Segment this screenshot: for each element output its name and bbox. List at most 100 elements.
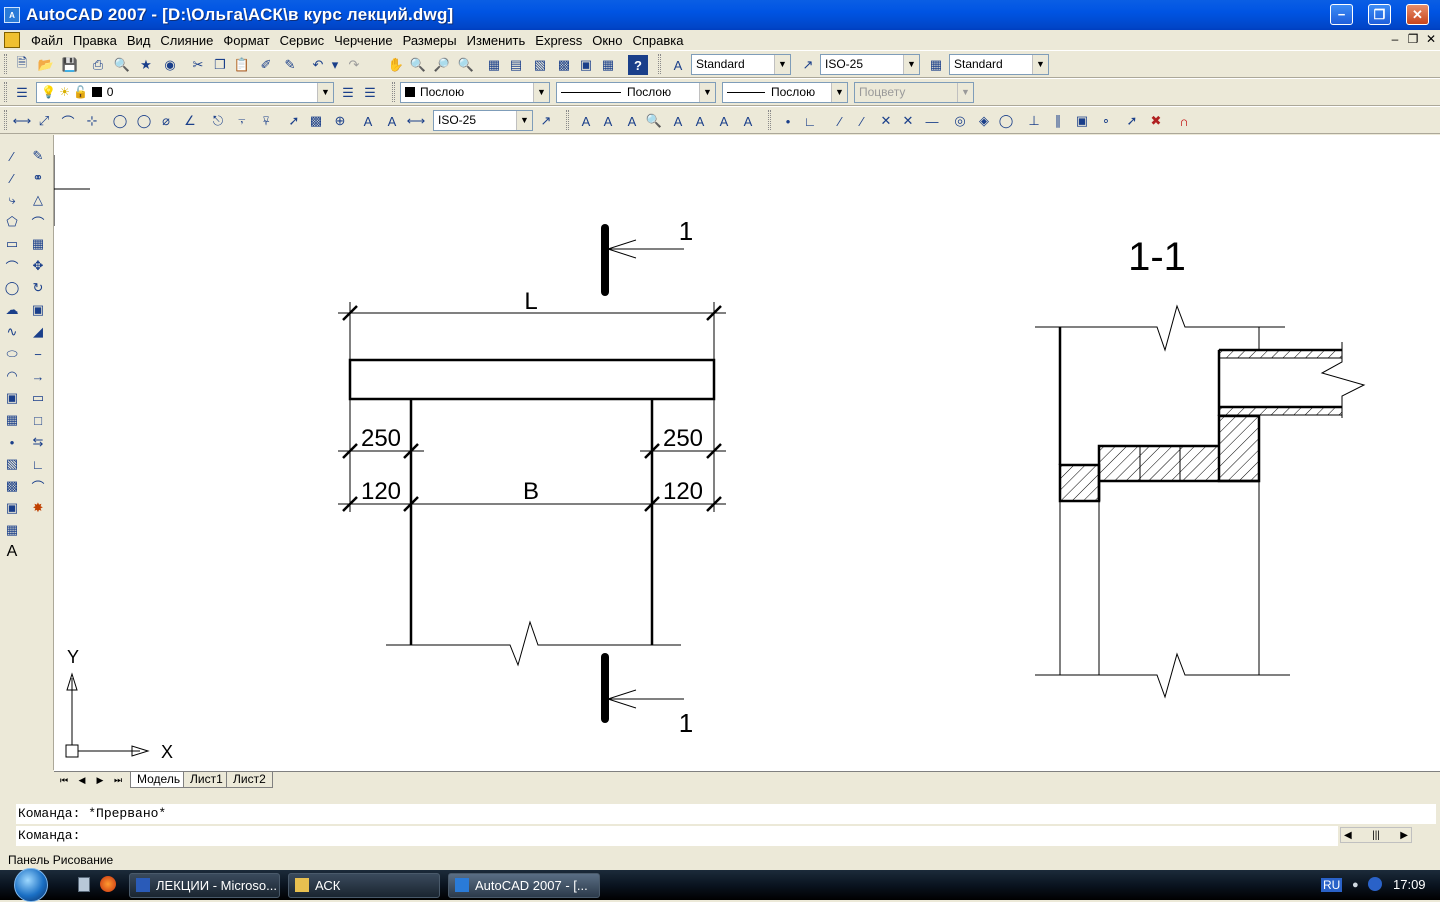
construction-line-icon[interactable]: ⁄: [1, 167, 23, 189]
snap-node-icon[interactable]: ∘: [1096, 111, 1116, 131]
quicklaunch-explorer-icon[interactable]: [78, 877, 90, 892]
new-file-icon[interactable]: 🗎: [12, 55, 32, 75]
toolbar-grip[interactable]: [4, 110, 7, 130]
snap-parallel-icon[interactable]: ∥: [1048, 111, 1068, 131]
ellipse-arc-icon[interactable]: ◠: [1, 365, 23, 387]
osnap-settings-icon[interactable]: ∩: [1174, 111, 1194, 131]
sheet-set-icon[interactable]: ▩: [554, 55, 574, 75]
snap-tangent-icon[interactable]: ◯: [996, 111, 1016, 131]
menu-express[interactable]: Express: [530, 33, 587, 48]
radius-dim-icon[interactable]: ◯: [110, 111, 130, 131]
match-properties-icon[interactable]: ✐: [256, 55, 276, 75]
gradient-icon[interactable]: ▩: [1, 475, 23, 497]
last-tab-icon[interactable]: ⏭: [110, 773, 126, 788]
snap-quadrant-icon[interactable]: ◈: [974, 111, 994, 131]
undo-dropdown-icon[interactable]: ▾: [330, 55, 340, 75]
open-file-icon[interactable]: 📂: [36, 55, 56, 75]
tray-network-icon[interactable]: ●: [1352, 879, 1359, 891]
tab-sheet1[interactable]: Лист1: [183, 772, 230, 788]
scale-icon[interactable]: ▣: [27, 299, 49, 321]
polygon-icon[interactable]: ⬠: [1, 211, 23, 233]
cut-icon[interactable]: ✂: [188, 55, 208, 75]
snap-intersection-icon[interactable]: ⁄: [852, 111, 872, 131]
quick-dim-icon[interactable]: ⎋: [208, 111, 228, 131]
prev-tab-icon[interactable]: ◀: [74, 773, 90, 788]
trim-icon[interactable]: −: [27, 343, 49, 365]
make-block-icon[interactable]: ▦: [1, 409, 23, 431]
drawing-area[interactable]: L 250 250 120 B 120 1 1 1-1 Y X: [54, 135, 1440, 771]
arc-length-icon[interactable]: ⌒: [58, 111, 78, 131]
break-at-point-icon[interactable]: ▭: [27, 387, 49, 409]
zoom-realtime-icon[interactable]: 🔍: [408, 55, 428, 75]
properties-icon[interactable]: ▦: [484, 55, 504, 75]
hatch-icon[interactable]: ▧: [1, 453, 23, 475]
table-icon[interactable]: ▦: [1, 519, 23, 541]
dim-text-edit-icon[interactable]: A: [382, 111, 402, 131]
find-text-icon[interactable]: 🔍: [644, 111, 664, 131]
explode-icon[interactable]: ✸: [27, 497, 49, 519]
layer-previous-icon[interactable]: ☰: [360, 83, 380, 103]
dim-style-select[interactable]: ISO-25 ▼: [820, 54, 920, 75]
clock[interactable]: 17:09: [1393, 877, 1426, 892]
toolbar-grip[interactable]: [4, 54, 7, 74]
taskbar-autocad[interactable]: AutoCAD 2007 - [...: [448, 873, 600, 898]
tray-update-icon[interactable]: [1368, 877, 1382, 891]
menu-help[interactable]: Справка: [627, 33, 688, 48]
circle-icon[interactable]: ◯: [1, 277, 23, 299]
menu-draw[interactable]: Черчение: [329, 33, 398, 48]
close-button[interactable]: ✕: [1406, 4, 1429, 25]
snap-none-icon[interactable]: ✖: [1146, 111, 1166, 131]
color-select[interactable]: Послою ▼: [400, 82, 550, 103]
snap-insert-icon[interactable]: ▣: [1072, 111, 1092, 131]
stretch-icon[interactable]: ◢: [27, 321, 49, 343]
dim-update-icon[interactable]: ⟷: [406, 111, 426, 131]
toolbar-grip[interactable]: [566, 110, 569, 130]
text-style-select[interactable]: Standard ▼: [691, 54, 791, 75]
snap-perpendicular-icon[interactable]: ⊥: [1024, 111, 1044, 131]
array-icon[interactable]: ▦: [27, 233, 49, 255]
minimize-button[interactable]: −: [1330, 4, 1353, 25]
offset-icon[interactable]: ⌒: [27, 211, 49, 233]
table-style-icon[interactable]: ▦: [926, 55, 946, 75]
move-icon[interactable]: ✥: [27, 255, 49, 277]
menu-edit[interactable]: Правка: [68, 33, 122, 48]
multiline-text-icon[interactable]: A: [1, 541, 23, 563]
menu-view[interactable]: Вид: [122, 33, 156, 48]
pan-icon[interactable]: ✋: [386, 55, 406, 75]
layer-select[interactable]: 💡 ☀ 🔓 0 ▼: [36, 82, 334, 103]
spline-icon[interactable]: ∿: [1, 321, 23, 343]
menu-merge[interactable]: Слияние: [155, 33, 218, 48]
lineweight-select[interactable]: Послою ▼: [722, 82, 848, 103]
zoom-window-icon[interactable]: 🔎: [432, 55, 452, 75]
fillet-icon[interactable]: ⌒: [27, 475, 49, 497]
plot-style-select[interactable]: Поцвету ▼: [854, 82, 974, 103]
design-center-icon[interactable]: ▤: [506, 55, 526, 75]
text-style-icon[interactable]: A: [668, 55, 688, 75]
snap-from-icon[interactable]: ∟: [800, 111, 820, 131]
extend-icon[interactable]: →: [27, 365, 49, 387]
diameter-dim-icon[interactable]: ⌀: [156, 111, 176, 131]
dim-edit-icon[interactable]: A: [358, 111, 378, 131]
menu-dimension[interactable]: Размеры: [398, 33, 462, 48]
first-tab-icon[interactable]: ⏮: [56, 773, 72, 788]
jogged-dim-icon[interactable]: ◯: [134, 111, 154, 131]
plot-preview-icon[interactable]: 🔍: [112, 55, 132, 75]
baseline-dim-icon[interactable]: ⍪: [232, 111, 252, 131]
scroll-right-icon[interactable]: ▶: [1400, 830, 1408, 841]
tolerance-icon[interactable]: ▩: [306, 111, 326, 131]
snap-apparent-icon[interactable]: ✕: [876, 111, 896, 131]
ellipse-icon[interactable]: ⬭: [1, 343, 23, 365]
copy-object-icon[interactable]: ⚭: [27, 167, 49, 189]
table-style-select[interactable]: Standard ▼: [949, 54, 1049, 75]
insert-block-icon[interactable]: ▣: [1, 387, 23, 409]
redo-icon[interactable]: ↷: [344, 55, 364, 75]
zoom-previous-icon[interactable]: 🔍: [456, 55, 476, 75]
region-icon[interactable]: ▣: [1, 497, 23, 519]
doc-close-icon[interactable]: ✕: [1422, 32, 1440, 46]
toolbar-grip[interactable]: [768, 110, 771, 130]
quicklaunch-browser-icon[interactable]: [100, 876, 116, 892]
make-current-layer-icon[interactable]: ☰: [338, 83, 358, 103]
chamfer-icon[interactable]: ∟: [27, 453, 49, 475]
polyline-icon[interactable]: ⤷: [1, 189, 23, 211]
next-tab-icon[interactable]: ▶: [92, 773, 108, 788]
